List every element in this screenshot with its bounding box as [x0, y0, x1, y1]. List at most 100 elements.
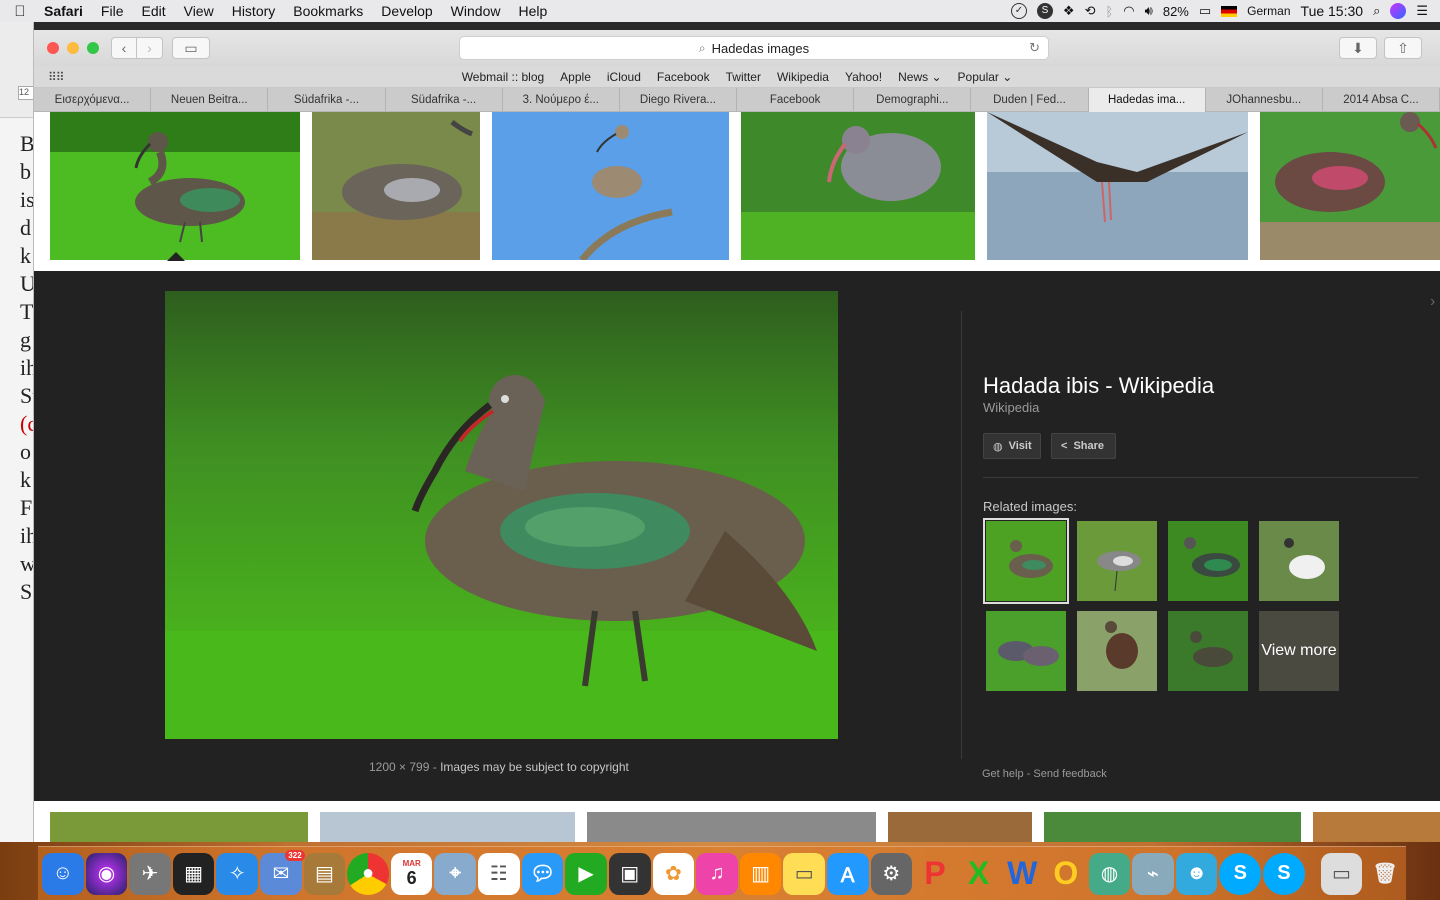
tab-duden[interactable]: Duden | Fed... [971, 88, 1089, 112]
bookmark-webmail[interactable]: Webmail :: blog [454, 70, 552, 84]
visit-button[interactable]: ◍ Visit [983, 433, 1041, 459]
related-image-6[interactable] [1077, 611, 1157, 691]
skype-status-icon[interactable]: S [1036, 3, 1053, 19]
bookmark-yahoo[interactable]: Yahoo! [837, 70, 890, 84]
share-button[interactable]: ⇧ [1384, 37, 1422, 59]
siri-icon[interactable] [1390, 3, 1407, 19]
result-title[interactable]: Hadada ibis - Wikipedia [983, 373, 1214, 399]
skype-dock-icon-2[interactable]: S [1263, 852, 1305, 895]
menu-history[interactable]: History [223, 3, 285, 19]
related-image-5[interactable] [986, 611, 1066, 691]
show-all-bookmarks-icon[interactable]: ⠿⠿ [48, 70, 65, 84]
tab-johannesburg[interactable]: JOhannesbu... [1206, 88, 1323, 112]
system-preferences-icon[interactable]: ⚙ [870, 852, 913, 895]
send-feedback-link[interactable]: Send feedback [1033, 768, 1106, 780]
bookmark-wikipedia[interactable]: Wikipedia [769, 70, 837, 84]
tab-new-post[interactable]: Neuen Beitra... [151, 88, 269, 112]
menu-app-name[interactable]: Safari [40, 3, 92, 19]
forward-button[interactable]: › [137, 37, 163, 59]
network-globe-icon[interactable]: ◍ [1088, 852, 1131, 895]
result-image-ibis-branch[interactable] [492, 112, 729, 260]
result-image-ibis-flying[interactable] [987, 112, 1248, 260]
photo-booth-icon[interactable]: ▦ [172, 852, 215, 895]
bookmark-folder-news[interactable]: News ⌄ [890, 70, 949, 84]
result-image-ibis-close[interactable] [741, 112, 975, 260]
bookmark-apple[interactable]: Apple [552, 70, 599, 84]
safari-dock-icon[interactable]: ✧ [216, 852, 259, 895]
maps-icon[interactable]: ⌖ [434, 852, 477, 895]
siri-dock-icon[interactable]: ◉ [85, 852, 128, 895]
excel-icon[interactable]: X [958, 853, 1000, 895]
tab-absa[interactable]: 2014 Absa C... [1323, 88, 1440, 112]
tasks-status-icon[interactable]: ✓ [1010, 3, 1027, 19]
related-image-4[interactable] [1259, 521, 1339, 601]
photos-icon[interactable]: ✿ [652, 852, 695, 895]
bookmark-twitter[interactable]: Twitter [718, 70, 769, 84]
time-machine-icon[interactable]: ⟲ [1085, 3, 1096, 19]
sidebar-toggle-button[interactable]: ▭ [172, 37, 210, 59]
preview-image-hadada-ibis[interactable] [165, 291, 838, 739]
mail-dock-icon[interactable]: ✉ 322 [260, 849, 305, 895]
outlook-icon[interactable]: O [1045, 853, 1087, 895]
fullscreen-window-button[interactable] [87, 42, 99, 54]
menu-view[interactable]: View [175, 3, 223, 19]
menu-bookmarks[interactable]: Bookmarks [284, 3, 372, 19]
minimize-window-button[interactable] [67, 42, 79, 54]
address-bar[interactable]: ⌕ Hadedas images ↻ [459, 36, 1049, 60]
bluetooth-icon[interactable]: ᛒ [1105, 4, 1113, 19]
tab-inbox[interactable]: Εισερχόμενα... [34, 88, 152, 112]
reminders-icon[interactable]: ☷ [478, 852, 520, 895]
result-image-bottom-1[interactable] [50, 812, 308, 842]
tab-facebook[interactable]: Facebook [737, 88, 855, 112]
result-image-ibis-pink[interactable] [1260, 112, 1440, 260]
messenger-people-icon[interactable]: ☻ [1175, 852, 1218, 895]
menu-edit[interactable]: Edit [132, 3, 174, 19]
notes-app-icon[interactable]: ▤ [303, 852, 346, 895]
result-image-bottom-3[interactable] [587, 812, 876, 842]
downloads-button[interactable]: ⬇ [1339, 37, 1377, 59]
tab-suedafrika-1[interactable]: Südafrika -... [268, 88, 386, 112]
calendar-icon[interactable]: MAR 6 [390, 852, 433, 895]
tab-diego-rivera[interactable]: Diego Rivera... [620, 88, 738, 112]
font-size-field[interactable]: 12 [18, 86, 33, 100]
related-image-2[interactable] [1077, 521, 1157, 601]
result-image-bottom-5[interactable] [1044, 812, 1301, 842]
share-result-button[interactable]: < Share [1051, 433, 1116, 459]
launchpad-icon[interactable]: ✈ [129, 852, 171, 895]
view-more-button[interactable]: View more [1259, 611, 1339, 691]
result-image-bottom-6[interactable] [1313, 812, 1440, 842]
result-image-bottom-4[interactable] [888, 812, 1032, 842]
tab-demographics[interactable]: Demographi... [854, 88, 972, 112]
menu-window[interactable]: Window [442, 3, 510, 19]
wifi-icon[interactable]: ◠ [1123, 3, 1134, 19]
tab-number-3[interactable]: 3. Νούμερο έ... [503, 88, 620, 112]
background-document-window[interactable]: 12 B b is d k U T g ih St (c o k F ih w … [0, 22, 34, 842]
result-image-ibis-walking[interactable] [312, 112, 480, 260]
close-preview-icon[interactable]: › [1430, 293, 1435, 311]
stickies-icon[interactable]: ▭ [783, 852, 825, 895]
get-help-link[interactable]: Get help [982, 768, 1024, 780]
menu-help[interactable]: Help [509, 3, 556, 19]
chrome-icon[interactable]: ● [347, 852, 389, 895]
battery-icon[interactable]: ▭ [1199, 3, 1211, 19]
ibooks-icon[interactable]: ▥ [739, 852, 782, 895]
back-button[interactable]: ‹ [111, 37, 137, 59]
close-window-button[interactable] [47, 42, 59, 54]
result-image-bottom-2[interactable] [320, 812, 575, 842]
tab-hadedas-images[interactable]: Hadedas ima... [1088, 88, 1206, 112]
clock[interactable]: Tue 15:30 [1301, 3, 1364, 19]
related-image-3[interactable] [1168, 521, 1248, 601]
tab-suedafrika-2[interactable]: Südafrika -... [386, 88, 503, 112]
input-source-label[interactable]: German [1247, 4, 1290, 18]
skype-dock-icon-1[interactable]: S [1219, 852, 1262, 895]
apple-menu-icon[interactable]:  [0, 3, 40, 20]
dropbox-status-icon[interactable]: ❖ [1063, 3, 1075, 19]
trash-icon[interactable]: 🗑︎ [1364, 853, 1406, 895]
photo-app-icon[interactable]: ▣ [608, 852, 651, 895]
wireless-utility-icon[interactable]: ⌁ [1132, 852, 1174, 895]
finder-icon[interactable]: ☺ [42, 852, 84, 895]
bookmark-facebook[interactable]: Facebook [649, 70, 718, 84]
notification-center-icon[interactable]: ☰ [1416, 3, 1428, 19]
battery-percent[interactable]: 82% [1163, 4, 1189, 19]
messages-icon[interactable]: 💬︎ [521, 852, 564, 895]
